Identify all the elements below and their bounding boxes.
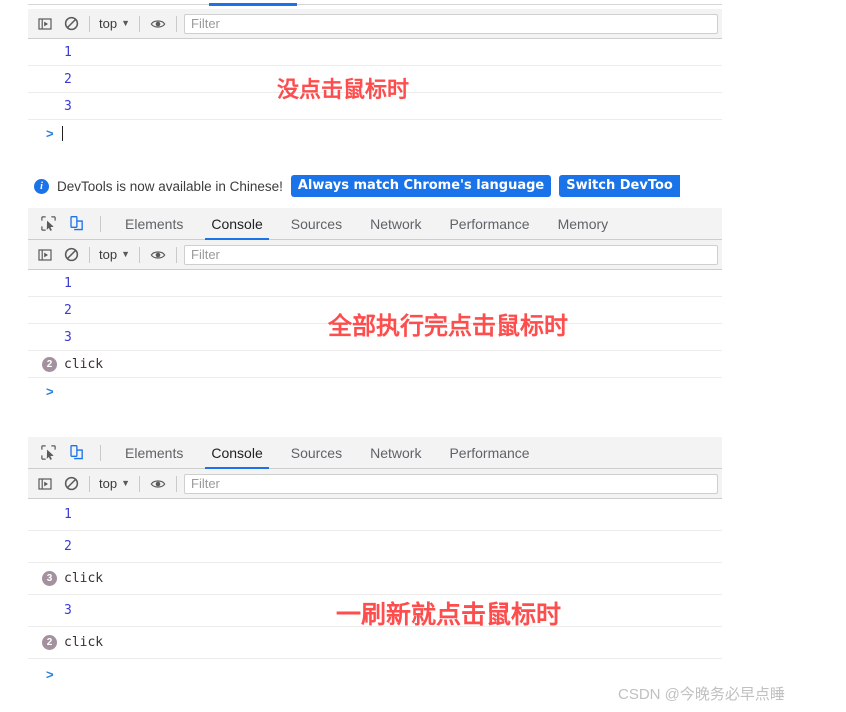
annotation-after-all-executed: 全部执行完点击鼠标时 [328,312,568,340]
console-log-text: 2 [64,71,72,87]
console-log-text: 2 [64,539,72,554]
filter-input-1[interactable]: Filter [184,13,718,34]
filter-input-3[interactable]: Filter [184,473,718,494]
devtools-tabbar-2: Elements Console Sources Network Perform… [28,208,722,240]
switch-devtools-language-button[interactable]: Switch DevToo [559,175,680,197]
live-expression-icon[interactable] [145,11,171,37]
console-sidebar-icon[interactable] [32,11,58,37]
repeat-count-badge: 2 [42,635,57,650]
toolbar-divider [139,475,140,492]
inspect-element-icon[interactable] [34,210,62,238]
tab-console[interactable]: Console [197,208,276,240]
repeat-count-badge: 2 [42,356,57,372]
console-log-text: 3 [64,98,72,114]
csdn-watermark: CSDN @今晚务必早点睡 [618,686,785,703]
tab-network[interactable]: Network [356,208,435,240]
toolbar-divider [139,246,140,263]
tab-sources[interactable]: Sources [277,437,356,469]
toolbar-divider [176,15,177,32]
console-log-text: 2 [64,302,72,318]
toolbar-divider [89,15,90,32]
chevron-down-icon: ▼ [121,478,130,488]
console-log-text: 1 [64,44,72,60]
console-log-text: 1 [64,275,72,291]
prompt-chevron-icon: > [46,383,54,399]
filter-placeholder: Filter [191,16,220,31]
device-toolbar-icon[interactable] [62,439,90,467]
filter-placeholder: Filter [191,247,220,262]
always-match-language-button[interactable]: Always match Chrome's language [290,175,552,197]
toolbar-divider [89,246,90,263]
toolbar-divider [176,475,177,492]
console-row-grouped[interactable]: 3 click [28,563,722,595]
execution-context-selector-1[interactable]: top ▼ [95,16,134,31]
devtools-tabbar-3: Elements Console Sources Network Perform… [28,437,722,469]
toolbar-divider [100,444,101,461]
console-toolbar-1: top ▼ Filter [28,9,722,39]
tab-performance[interactable]: Performance [435,208,543,240]
console-prompt-2[interactable]: > [28,378,722,404]
console-sidebar-icon[interactable] [32,471,58,497]
console-toolbar-2: top ▼ Filter [28,240,722,270]
console-row-grouped[interactable]: 2 click [28,627,722,659]
clear-console-icon[interactable] [58,11,84,37]
execution-context-selector-3[interactable]: top ▼ [95,476,134,491]
toolbar-divider [89,475,90,492]
annotation-no-click: 没点击鼠标时 [277,78,410,103]
prompt-chevron-icon: > [46,125,54,141]
filter-placeholder: Filter [191,476,220,491]
console-row[interactable]: 1 [28,499,722,531]
annotation-click-on-refresh: 一刷新就点击鼠标时 [336,600,562,629]
notification-message: DevTools is now available in Chinese! [57,178,283,194]
clear-console-icon[interactable] [58,471,84,497]
console-row[interactable]: 1 [28,270,722,297]
tab-elements[interactable]: Elements [111,437,197,469]
console-row[interactable]: 1 [28,39,722,66]
tab-memory[interactable]: Memory [544,208,623,240]
execution-context-selector-2[interactable]: top ▼ [95,247,134,262]
console-toolbar-3: top ▼ Filter [28,469,722,499]
live-expression-icon[interactable] [145,471,171,497]
console-log-text: 3 [64,329,72,345]
execution-context-label: top [99,247,118,262]
chevron-down-icon: ▼ [121,18,130,28]
tab-console[interactable]: Console [197,437,276,469]
prompt-chevron-icon: > [46,666,54,682]
toolbar-divider [139,15,140,32]
chevron-down-icon: ▼ [121,249,130,259]
tab-performance[interactable]: Performance [435,437,543,469]
console-prompt-1[interactable]: > [28,120,722,146]
info-icon: i [34,178,49,194]
console-log-text: click [64,635,104,650]
clear-console-icon[interactable] [58,242,84,268]
text-cursor [61,125,63,141]
top-panel-divider [28,4,722,5]
tab-elements[interactable]: Elements [111,208,197,240]
console-log-text: 1 [64,507,72,522]
console-panel-3: Elements Console Sources Network Perform… [28,437,722,689]
execution-context-label: top [99,16,118,31]
console-row-grouped[interactable]: 2 click [28,351,722,378]
filter-input-2[interactable]: Filter [184,244,718,265]
console-log-text: 3 [64,603,72,618]
inspect-element-icon[interactable] [34,439,62,467]
console-sidebar-icon[interactable] [32,242,58,268]
console-log-text: click [64,356,104,372]
execution-context-label: top [99,476,118,491]
console-log-text: click [64,571,104,586]
device-toolbar-icon[interactable] [62,210,90,238]
tab-sources[interactable]: Sources [277,208,356,240]
toolbar-divider [176,246,177,263]
console-row[interactable]: 2 [28,531,722,563]
devtools-language-notification: i DevTools is now available in Chinese! … [0,172,846,200]
top-active-tab-underline [209,3,297,6]
tab-network[interactable]: Network [356,437,435,469]
toolbar-divider [100,215,101,232]
repeat-count-badge: 3 [42,571,57,586]
console-output-3: 1 2 3 click 3 2 click > [28,499,722,689]
live-expression-icon[interactable] [145,242,171,268]
